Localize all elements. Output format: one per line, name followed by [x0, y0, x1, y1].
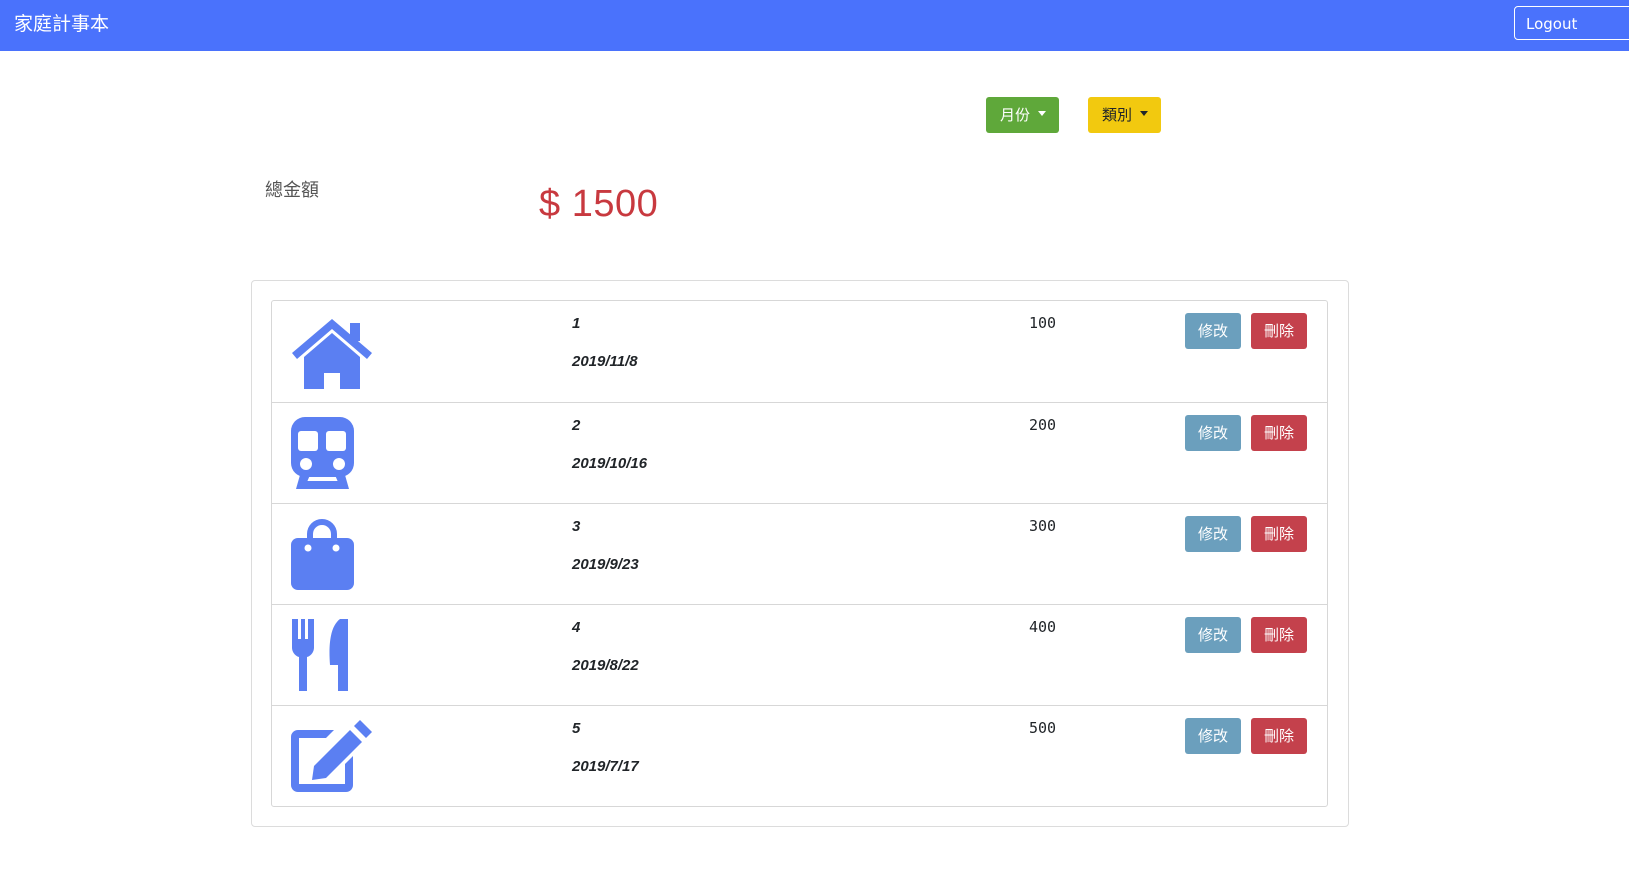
record-amount: 300 — [1029, 517, 1057, 535]
record-row: 5 2019/7/17 500 修改 刪除 — [272, 705, 1327, 806]
home-icon — [290, 315, 374, 393]
record-date: 2019/8/22 — [572, 657, 639, 674]
total-amount: $ 1500 — [539, 183, 659, 225]
navbar: 家庭計事本 Logout — [0, 0, 1629, 51]
record-name: 3 — [572, 518, 581, 535]
delete-button[interactable]: 刪除 — [1251, 313, 1307, 349]
caret-down-icon — [1038, 111, 1047, 116]
record-amount: 100 — [1029, 314, 1057, 332]
record-amount: 400 — [1029, 618, 1057, 636]
record-amount: 200 — [1029, 416, 1057, 434]
utensils-icon — [290, 619, 374, 693]
month-dropdown-label: 月份 — [1000, 106, 1031, 124]
record-date: 2019/7/17 — [572, 758, 639, 775]
record-row: 1 2019/11/8 100 修改 刪除 — [272, 301, 1327, 402]
delete-button[interactable]: 刪除 — [1251, 415, 1307, 451]
month-dropdown-button[interactable]: 月份 — [986, 97, 1059, 133]
record-date: 2019/10/16 — [572, 455, 648, 472]
record-date: 2019/9/23 — [572, 556, 639, 573]
record-row: 2 2019/10/16 200 修改 刪除 — [272, 402, 1327, 503]
train-icon — [290, 417, 374, 491]
category-dropdown-button[interactable]: 類別 — [1088, 97, 1161, 133]
category-dropdown-label: 類別 — [1102, 106, 1133, 124]
edit-pen-icon — [290, 720, 374, 794]
record-row: 4 2019/8/22 400 修改 刪除 — [272, 604, 1327, 705]
total-label: 總金額 — [265, 180, 319, 201]
caret-down-icon — [1140, 111, 1149, 116]
edit-button[interactable]: 修改 — [1185, 718, 1241, 754]
delete-button[interactable]: 刪除 — [1251, 718, 1307, 754]
record-name: 2 — [572, 417, 581, 434]
record-name: 5 — [572, 720, 581, 737]
records-list: 1 2019/11/8 100 修改 刪除 2 2019/10/16 200 修… — [271, 300, 1328, 807]
record-date: 2019/11/8 — [572, 353, 638, 370]
edit-button[interactable]: 修改 — [1185, 415, 1241, 451]
record-amount: 500 — [1029, 719, 1057, 737]
record-name: 1 — [572, 315, 581, 332]
edit-button[interactable]: 修改 — [1185, 516, 1241, 552]
edit-button[interactable]: 修改 — [1185, 313, 1241, 349]
delete-button[interactable]: 刪除 — [1251, 617, 1307, 653]
delete-button[interactable]: 刪除 — [1251, 516, 1307, 552]
edit-button[interactable]: 修改 — [1185, 617, 1241, 653]
record-name: 4 — [572, 619, 581, 636]
record-row: 3 2019/9/23 300 修改 刪除 — [272, 503, 1327, 604]
app-brand[interactable]: 家庭計事本 — [14, 11, 109, 37]
logout-button[interactable]: Logout — [1514, 6, 1629, 40]
shopping-bag-icon — [290, 518, 374, 592]
